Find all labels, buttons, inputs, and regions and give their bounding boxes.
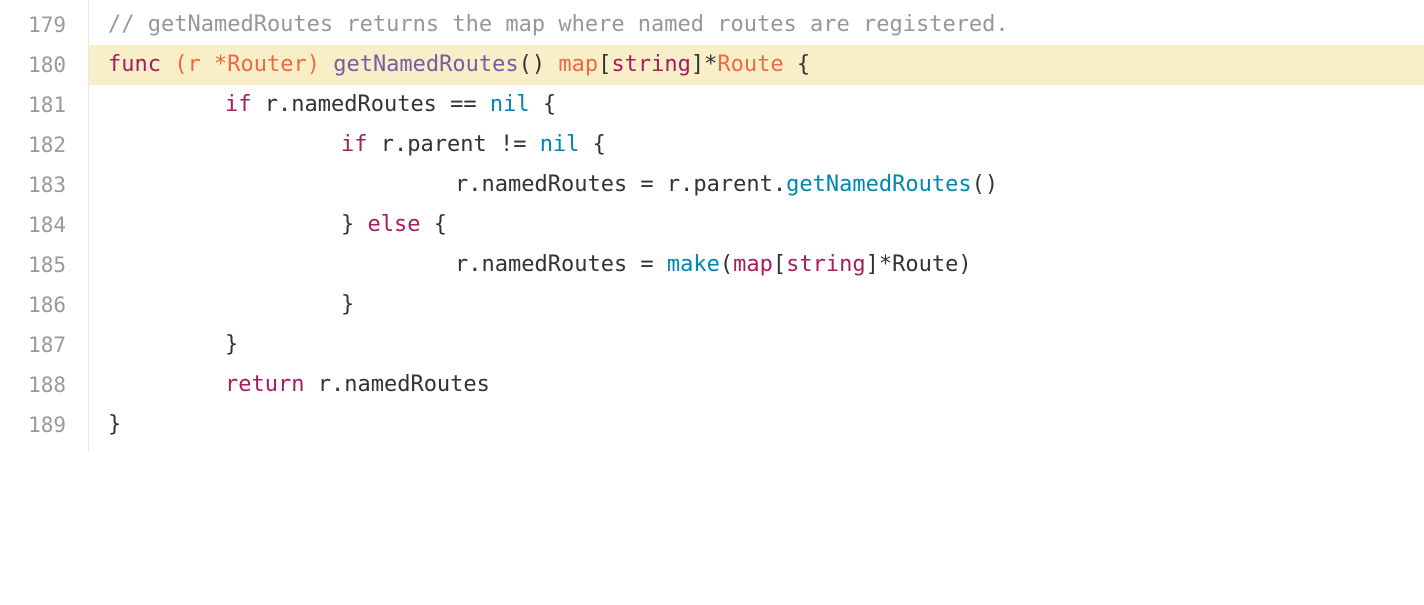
code-token: r.namedRoutes bbox=[304, 372, 490, 397]
code-token: r.namedRoutes = r.parent. bbox=[455, 172, 787, 197]
line-number[interactable]: 182 bbox=[0, 125, 66, 165]
code-token: { bbox=[420, 212, 447, 237]
keyword-token: if bbox=[225, 92, 252, 117]
type-token: map bbox=[558, 52, 599, 77]
code-token: } bbox=[341, 212, 368, 237]
builtin-call-token: make bbox=[666, 252, 720, 277]
code-area bbox=[89, 285, 1424, 325]
nil-token: nil bbox=[489, 92, 530, 117]
code-token: { bbox=[579, 132, 606, 157]
code-area bbox=[89, 205, 1424, 245]
code-text: if r.parent != nil { bbox=[341, 125, 606, 165]
code-token: r.namedRoutes = bbox=[455, 252, 667, 277]
line-number[interactable]: 187 bbox=[0, 325, 66, 365]
nil-token: nil bbox=[539, 132, 580, 157]
code-text: return r.namedRoutes bbox=[225, 365, 490, 405]
code-line: 187 } bbox=[0, 325, 1424, 365]
code-line: 186 } bbox=[0, 285, 1424, 325]
paren-token: ) bbox=[306, 52, 320, 77]
code-token: } bbox=[225, 332, 239, 357]
code-text: func (r *Router) getNamedRoutes() map[st… bbox=[108, 45, 810, 85]
code-text: } bbox=[108, 405, 121, 445]
code-token: () bbox=[518, 52, 559, 77]
code-line: 182 if r.parent != nil { bbox=[0, 125, 1424, 165]
code-line: 183 r.namedRoutes = r.parent.getNamedRou… bbox=[0, 165, 1424, 205]
code-text: } bbox=[225, 325, 238, 365]
comment-token: // getNamedRoutes returns the map where … bbox=[108, 12, 1009, 37]
code-line: 189 } bbox=[0, 405, 1424, 445]
type-token: *Router bbox=[213, 52, 307, 77]
code-text: if r.namedRoutes == nil { bbox=[225, 85, 556, 125]
function-name-token: getNamedRoutes bbox=[333, 52, 519, 77]
code-token: [ bbox=[598, 52, 612, 77]
line-number[interactable]: 188 bbox=[0, 365, 66, 405]
keyword-token: return bbox=[225, 372, 305, 397]
line-number[interactable]: 181 bbox=[0, 85, 66, 125]
line-number[interactable]: 179 bbox=[0, 5, 66, 45]
code-token: ]*Route) bbox=[865, 252, 972, 277]
line-number[interactable]: 185 bbox=[0, 245, 66, 285]
code-token: { bbox=[529, 92, 557, 117]
line-number[interactable]: 184 bbox=[0, 205, 66, 245]
code-line: 181 if r.namedRoutes == nil { bbox=[0, 85, 1424, 125]
type-token: Route bbox=[717, 52, 784, 77]
code-line: 179 // getNamedRoutes returns the map wh… bbox=[0, 5, 1424, 45]
code-token: [ bbox=[772, 252, 787, 277]
code-token: r.parent != bbox=[367, 132, 540, 157]
type-token: string bbox=[786, 252, 866, 277]
code-text: r.namedRoutes = make(map[string]*Route) bbox=[455, 245, 972, 285]
receiver-token: (r bbox=[174, 52, 214, 77]
code-text: } else { bbox=[341, 205, 447, 245]
function-call-token: getNamedRoutes bbox=[786, 172, 972, 197]
keyword-token: map bbox=[733, 252, 773, 277]
code-area bbox=[89, 325, 1424, 365]
line-number[interactable]: 180 bbox=[0, 45, 66, 85]
line-number[interactable]: 186 bbox=[0, 285, 66, 325]
type-token: string bbox=[611, 52, 691, 77]
code-token: ]* bbox=[690, 52, 718, 77]
keyword-token: else bbox=[367, 212, 421, 237]
code-token: ( bbox=[719, 252, 734, 277]
code-line: 184 } else { bbox=[0, 205, 1424, 245]
code-text: } bbox=[341, 285, 354, 325]
code-token: } bbox=[341, 292, 355, 317]
code-viewer: 179 // getNamedRoutes returns the map wh… bbox=[0, 0, 1424, 452]
code-text: // getNamedRoutes returns the map where … bbox=[108, 5, 1009, 45]
keyword-token: func bbox=[108, 52, 161, 77]
code-area bbox=[89, 405, 1424, 445]
line-number[interactable]: 183 bbox=[0, 165, 66, 205]
code-token: () bbox=[971, 172, 999, 197]
code-token: r.namedRoutes == bbox=[251, 92, 490, 117]
code-line-highlighted: 180 func (r *Router) getNamedRoutes() ma… bbox=[0, 45, 1424, 85]
line-number[interactable]: 189 bbox=[0, 405, 66, 445]
keyword-token: if bbox=[341, 132, 368, 157]
code-token: } bbox=[108, 412, 122, 437]
code-area bbox=[89, 125, 1424, 165]
code-line: 185 r.namedRoutes = make(map[string]*Rou… bbox=[0, 245, 1424, 285]
code-line: 188 return r.namedRoutes bbox=[0, 365, 1424, 405]
code-text: r.namedRoutes = r.parent.getNamedRoutes(… bbox=[455, 165, 998, 205]
code-token: { bbox=[783, 52, 811, 77]
